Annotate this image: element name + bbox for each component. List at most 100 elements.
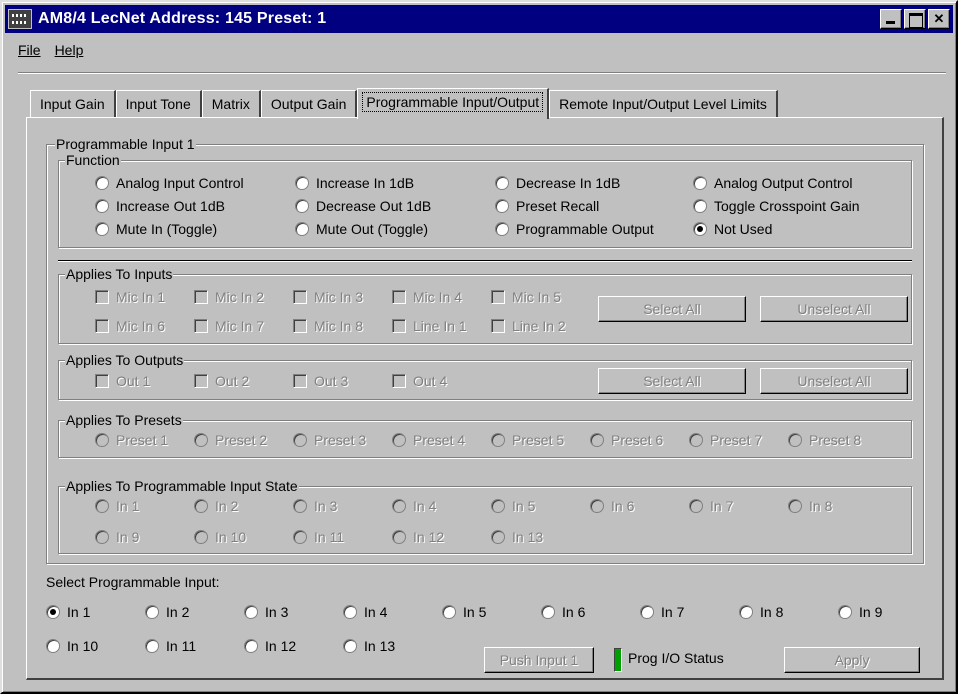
radio-button-icon[interactable]: [590, 499, 604, 513]
input-checkbox-mic-in-1[interactable]: Mic In 1: [95, 289, 165, 305]
tab-input-tone[interactable]: Input Tone: [115, 90, 202, 118]
function-radio-increase-out-1db[interactable]: Increase Out 1dB: [95, 198, 225, 214]
input-checkbox-mic-in-4[interactable]: Mic In 4: [392, 289, 462, 305]
checkbox-icon[interactable]: [95, 290, 109, 304]
preset-radio-preset-6[interactable]: Preset 6: [590, 432, 663, 448]
radio-button-icon[interactable]: [392, 499, 406, 513]
select-input-radio-in-11[interactable]: In 11: [145, 638, 196, 654]
preset-radio-preset-3[interactable]: Preset 3: [293, 432, 366, 448]
radio-button-icon[interactable]: [244, 605, 258, 619]
radio-button-icon[interactable]: [293, 530, 307, 544]
input-checkbox-mic-in-7[interactable]: Mic In 7: [194, 318, 264, 334]
function-radio-programmable-output[interactable]: Programmable Output: [495, 221, 654, 237]
select-input-radio-in-7[interactable]: In 7: [640, 604, 684, 620]
radio-button-icon[interactable]: [194, 499, 208, 513]
radio-button-icon[interactable]: [244, 639, 258, 653]
state-radio-in-6[interactable]: In 6: [590, 498, 634, 514]
state-radio-in-7[interactable]: In 7: [689, 498, 733, 514]
function-radio-not-used[interactable]: Not Used: [693, 221, 772, 237]
radio-button-icon[interactable]: [295, 176, 309, 190]
function-radio-mute-out-toggle[interactable]: Mute Out (Toggle): [295, 221, 428, 237]
state-radio-in-10[interactable]: In 10: [194, 529, 246, 545]
checkbox-icon[interactable]: [293, 290, 307, 304]
state-radio-in-1[interactable]: In 1: [95, 498, 139, 514]
checkbox-icon[interactable]: [392, 290, 406, 304]
checkbox-icon[interactable]: [491, 290, 505, 304]
outputs-select-all-button[interactable]: Select All: [598, 368, 746, 394]
checkbox-icon[interactable]: [392, 319, 406, 333]
preset-radio-preset-5[interactable]: Preset 5: [491, 432, 564, 448]
input-checkbox-mic-in-8[interactable]: Mic In 8: [293, 318, 363, 334]
input-checkbox-mic-in-6[interactable]: Mic In 6: [95, 318, 165, 334]
preset-radio-preset-7[interactable]: Preset 7: [689, 432, 762, 448]
radio-button-icon[interactable]: [95, 199, 109, 213]
inputs-select-all-button[interactable]: Select All: [598, 296, 746, 322]
radio-button-icon[interactable]: [295, 222, 309, 236]
radio-button-icon[interactable]: [194, 433, 208, 447]
input-checkbox-line-in-2[interactable]: Line In 2: [491, 318, 566, 334]
function-radio-preset-recall[interactable]: Preset Recall: [495, 198, 599, 214]
state-radio-in-13[interactable]: In 13: [491, 529, 543, 545]
state-radio-in-11[interactable]: In 11: [293, 529, 344, 545]
radio-button-icon[interactable]: [392, 530, 406, 544]
select-input-radio-in-2[interactable]: In 2: [145, 604, 189, 620]
radio-button-icon[interactable]: [739, 605, 753, 619]
apply-button[interactable]: Apply: [784, 647, 920, 673]
preset-radio-preset-8[interactable]: Preset 8: [788, 432, 861, 448]
radio-button-icon[interactable]: [590, 433, 604, 447]
preset-radio-preset-4[interactable]: Preset 4: [392, 432, 465, 448]
state-radio-in-4[interactable]: In 4: [392, 498, 436, 514]
maximize-button[interactable]: [904, 9, 926, 29]
radio-button-icon[interactable]: [95, 530, 109, 544]
checkbox-icon[interactable]: [95, 374, 109, 388]
radio-button-icon[interactable]: [293, 499, 307, 513]
output-checkbox-out-1[interactable]: Out 1: [95, 373, 150, 389]
checkbox-icon[interactable]: [194, 290, 208, 304]
tab-output-gain[interactable]: Output Gain: [260, 90, 358, 118]
input-checkbox-mic-in-3[interactable]: Mic In 3: [293, 289, 363, 305]
push-input-button[interactable]: Push Input 1: [484, 647, 594, 673]
radio-button-icon[interactable]: [343, 639, 357, 653]
close-button[interactable]: ✕: [928, 9, 950, 29]
radio-button-icon[interactable]: [194, 530, 208, 544]
function-radio-decrease-out-1db[interactable]: Decrease Out 1dB: [295, 198, 431, 214]
state-radio-in-2[interactable]: In 2: [194, 498, 238, 514]
function-radio-increase-in-1db[interactable]: Increase In 1dB: [295, 175, 414, 191]
radio-button-icon[interactable]: [495, 222, 509, 236]
output-checkbox-out-3[interactable]: Out 3: [293, 373, 348, 389]
radio-button-icon[interactable]: [491, 530, 505, 544]
tab-remote-io-limits[interactable]: Remote Input/Output Level Limits: [549, 90, 778, 118]
radio-button-icon[interactable]: [640, 605, 654, 619]
radio-button-icon[interactable]: [145, 605, 159, 619]
state-radio-in-8[interactable]: In 8: [788, 498, 832, 514]
radio-button-icon[interactable]: [495, 199, 509, 213]
state-radio-in-12[interactable]: In 12: [392, 529, 444, 545]
radio-button-icon[interactable]: [95, 176, 109, 190]
select-input-radio-in-12[interactable]: In 12: [244, 638, 296, 654]
tab-programmable-io[interactable]: Programmable Input/Output: [357, 88, 550, 119]
preset-radio-preset-2[interactable]: Preset 2: [194, 432, 267, 448]
checkbox-icon[interactable]: [392, 374, 406, 388]
radio-button-icon[interactable]: [788, 499, 802, 513]
radio-button-icon[interactable]: [693, 222, 707, 236]
select-input-radio-in-9[interactable]: In 9: [838, 604, 882, 620]
radio-button-icon[interactable]: [46, 605, 60, 619]
radio-button-icon[interactable]: [95, 222, 109, 236]
checkbox-icon[interactable]: [293, 374, 307, 388]
function-radio-analog-input-control[interactable]: Analog Input Control: [95, 175, 244, 191]
radio-button-icon[interactable]: [693, 199, 707, 213]
inputs-unselect-all-button[interactable]: Unselect All: [760, 296, 908, 322]
select-input-radio-in-3[interactable]: In 3: [244, 604, 288, 620]
radio-button-icon[interactable]: [491, 499, 505, 513]
select-input-radio-in-1[interactable]: In 1: [46, 604, 90, 620]
function-radio-mute-in-toggle[interactable]: Mute In (Toggle): [95, 221, 217, 237]
radio-button-icon[interactable]: [293, 433, 307, 447]
checkbox-icon[interactable]: [194, 374, 208, 388]
radio-button-icon[interactable]: [788, 433, 802, 447]
function-radio-analog-output-control[interactable]: Analog Output Control: [693, 175, 853, 191]
menu-file[interactable]: File: [18, 42, 41, 58]
input-checkbox-line-in-1[interactable]: Line In 1: [392, 318, 467, 334]
title-bar[interactable]: AM8/4 LecNet Address: 145 Preset: 1 ✕: [5, 5, 953, 33]
app-icon[interactable]: [8, 9, 32, 29]
preset-radio-preset-1[interactable]: Preset 1: [95, 432, 168, 448]
